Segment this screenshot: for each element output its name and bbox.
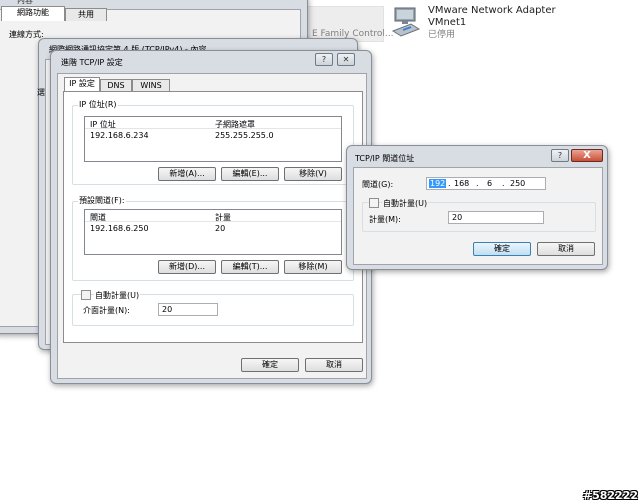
tab-ip-settings[interactable]: IP 設定	[64, 77, 100, 92]
edit-gateway-button[interactable]: 編輯(T)...	[221, 260, 279, 274]
ip-row-mask[interactable]: 255.255.255.0	[215, 131, 274, 140]
connect-using-label: 連線方式:	[9, 30, 44, 39]
auto-metric-checkbox[interactable]	[369, 198, 379, 208]
close-button[interactable]: ✕	[337, 53, 355, 66]
ok-button[interactable]: 確定	[473, 242, 531, 256]
octet-dot: .	[476, 179, 479, 188]
metric-label: 計量(M):	[369, 215, 401, 224]
gateway-row-address[interactable]: 192.168.6.250	[90, 224, 149, 233]
remove-ip-button[interactable]: 移除(V)	[284, 167, 342, 181]
interface-metric-field[interactable]: 20	[158, 303, 218, 316]
add-ip-button[interactable]: 新增(A)...	[158, 167, 216, 181]
add-gateway-button[interactable]: 新增(D)...	[158, 260, 216, 274]
cancel-button[interactable]: 取消	[305, 358, 363, 372]
advanced-tcpip-window: 進階 TCP/IP 設定 ? ✕ IP 設定 DNS WINS IP 位址(R)…	[50, 50, 372, 384]
watermark-text: #582222	[582, 489, 638, 502]
close-button[interactable]: X	[571, 149, 603, 162]
network-adapter-icon[interactable]	[389, 5, 423, 39]
tab-networking[interactable]: 網路功能	[1, 6, 65, 21]
cancel-button[interactable]: 取消	[537, 242, 595, 256]
tab-label: WINS	[140, 81, 162, 90]
gateway-octet-3[interactable]: 6	[487, 179, 492, 188]
gateway-label: 閘道(G):	[362, 180, 394, 189]
tab-label: 共用	[78, 10, 94, 19]
octet-dot: .	[502, 179, 505, 188]
metric-field[interactable]: 20	[448, 211, 544, 224]
header-divider	[85, 221, 341, 222]
ok-button[interactable]: 確定	[241, 358, 299, 372]
ip-address-group-label: IP 位址(R)	[78, 99, 118, 110]
gateway-row-metric[interactable]: 20	[215, 224, 225, 233]
gateway-ip-field[interactable]: 192 . 168 . 6 . 250	[426, 177, 546, 190]
gateway-octet-2[interactable]: 168	[454, 179, 469, 188]
tab-sharing[interactable]: 共用	[65, 8, 107, 21]
window-title: 進階 TCP/IP 設定	[61, 58, 123, 67]
gateway-list[interactable]: 閘道 計量 192.168.6.250 20	[84, 209, 342, 255]
auto-metric-label[interactable]: 自動計量(U)	[94, 290, 141, 301]
ip-row-address[interactable]: 192.168.6.234	[90, 131, 149, 140]
tab-label: 網路功能	[17, 8, 49, 17]
dialog-title: TCP/IP 閘道位址	[355, 154, 415, 163]
gateway-octet-4[interactable]: 250	[510, 179, 525, 188]
octet-dot: .	[448, 179, 451, 188]
ip-address-list[interactable]: IP 位址 子網路遮罩 192.168.6.234 255.255.255.0	[84, 116, 342, 162]
adapter-subname: VMnet1	[428, 17, 467, 28]
gateway-group-label: 預設閘道(F):	[78, 195, 126, 206]
header-divider	[85, 128, 341, 129]
help-button[interactable]: ?	[315, 53, 333, 66]
gateway-octet-1[interactable]: 192	[429, 179, 447, 188]
adapter-status: 已停用	[428, 30, 456, 40]
tab-label: IP 設定	[69, 79, 95, 88]
remove-gateway-button[interactable]: 移除(M)	[284, 260, 342, 274]
help-button[interactable]: ?	[551, 149, 569, 162]
gateway-address-dialog: TCP/IP 閘道位址 ? X 閘道(G): 192 . 168 . 6 . 2…	[346, 145, 608, 270]
edit-ip-button[interactable]: 編輯(E)...	[221, 167, 279, 181]
auto-metric-label[interactable]: 自動計量(U)	[382, 198, 429, 209]
auto-metric-checkbox[interactable]	[81, 290, 91, 300]
interface-metric-label: 介面計量(N):	[83, 306, 130, 315]
adapter-name: VMware Network Adapter	[428, 5, 556, 16]
tab-label: DNS	[107, 81, 125, 90]
side-label: 選	[37, 88, 45, 97]
